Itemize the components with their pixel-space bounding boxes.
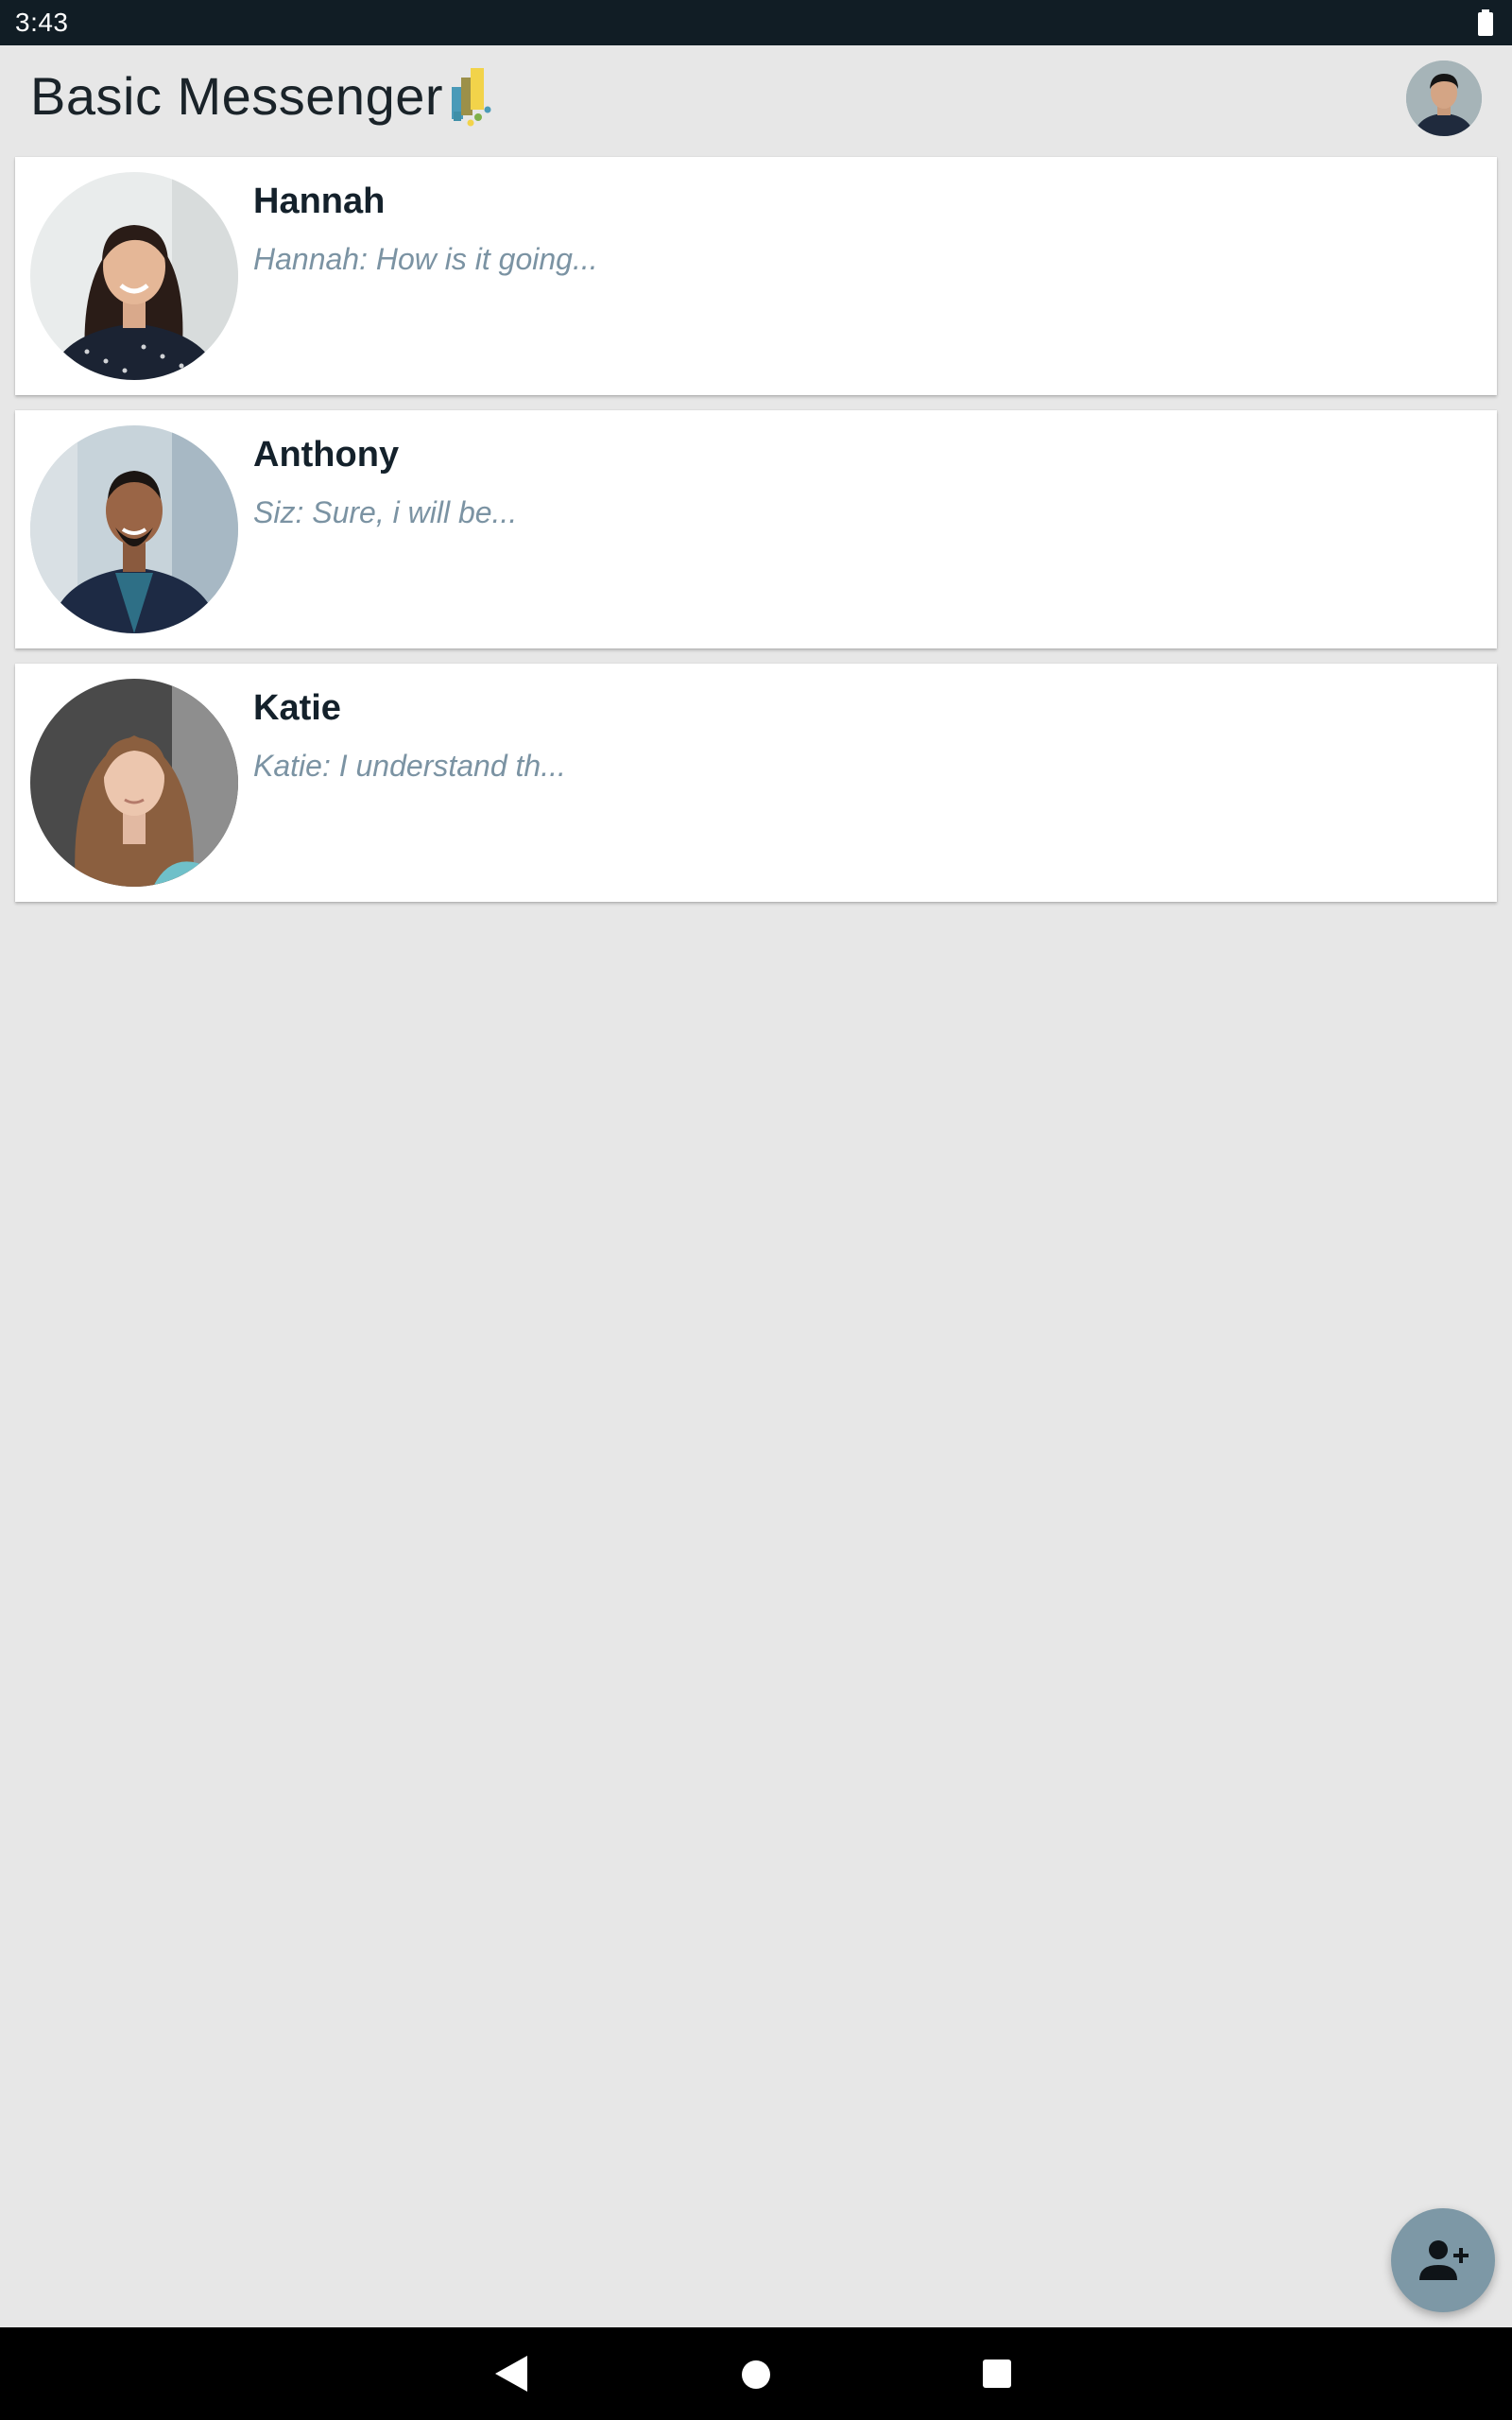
conversation-item-anthony[interactable]: Anthony Siz: Sure, i will be... xyxy=(15,410,1497,648)
profile-avatar[interactable] xyxy=(1406,60,1482,136)
back-icon[interactable] xyxy=(495,2356,527,2392)
status-time: 3:43 xyxy=(15,8,69,37)
add-contact-button[interactable] xyxy=(1391,2208,1495,2312)
person-add-icon xyxy=(1419,2240,1469,2280)
app-header: Basic Messenger xyxy=(0,45,1512,155)
recents-icon[interactable] xyxy=(983,2360,1011,2388)
conversation-item-hannah[interactable]: Hannah Hannah: How is it going... xyxy=(15,157,1497,395)
conversation-list: Hannah Hannah: How is it going... Anthon… xyxy=(15,157,1497,917)
conversation-item-katie[interactable]: Katie Katie: I understand th... xyxy=(15,664,1497,902)
contact-name: Anthony xyxy=(253,435,400,475)
contact-avatar xyxy=(30,679,238,887)
avatar-photo-hannah xyxy=(30,172,238,380)
user-avatar-icon xyxy=(1406,60,1482,136)
status-bar: 3:43 xyxy=(0,0,1512,45)
last-message-preview: Siz: Sure, i will be... xyxy=(253,495,518,529)
contact-name: Hannah xyxy=(253,182,386,221)
contact-name: Katie xyxy=(253,688,341,728)
contact-avatar xyxy=(30,425,238,633)
app-logo-icon xyxy=(452,68,491,127)
battery-icon xyxy=(1478,9,1493,36)
contact-avatar xyxy=(30,172,238,380)
navigation-bar xyxy=(0,2327,1512,2420)
home-icon[interactable] xyxy=(741,2360,771,2390)
last-message-preview: Katie: I understand th... xyxy=(253,749,566,783)
avatar-photo-katie xyxy=(30,679,238,887)
last-message-preview: Hannah: How is it going... xyxy=(253,242,598,276)
app-title: Basic Messenger xyxy=(30,66,444,126)
avatar-photo-anthony xyxy=(30,425,238,633)
